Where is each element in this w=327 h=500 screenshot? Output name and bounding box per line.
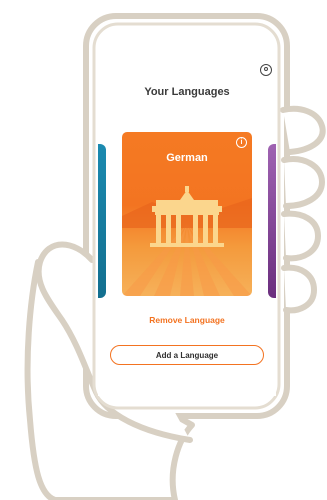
language-card-german[interactable]: German i: [122, 132, 252, 296]
illustration: Your Languages German i Remove Language …: [0, 0, 327, 500]
remove-language-link[interactable]: Remove Language: [98, 315, 276, 325]
phone-screen: Your Languages German i Remove Language …: [98, 44, 276, 396]
add-language-label: Add a Language: [155, 350, 219, 360]
card-language-name: German: [166, 152, 208, 164]
info-icon[interactable]: i: [236, 137, 247, 148]
profile-button[interactable]: [260, 64, 272, 76]
add-language-button[interactable]: Add a Language: [110, 345, 264, 365]
language-card-next[interactable]: [268, 144, 276, 298]
profile-icon: [264, 67, 268, 71]
page-title: Your Languages: [144, 86, 230, 98]
language-card-prev[interactable]: [98, 144, 106, 298]
